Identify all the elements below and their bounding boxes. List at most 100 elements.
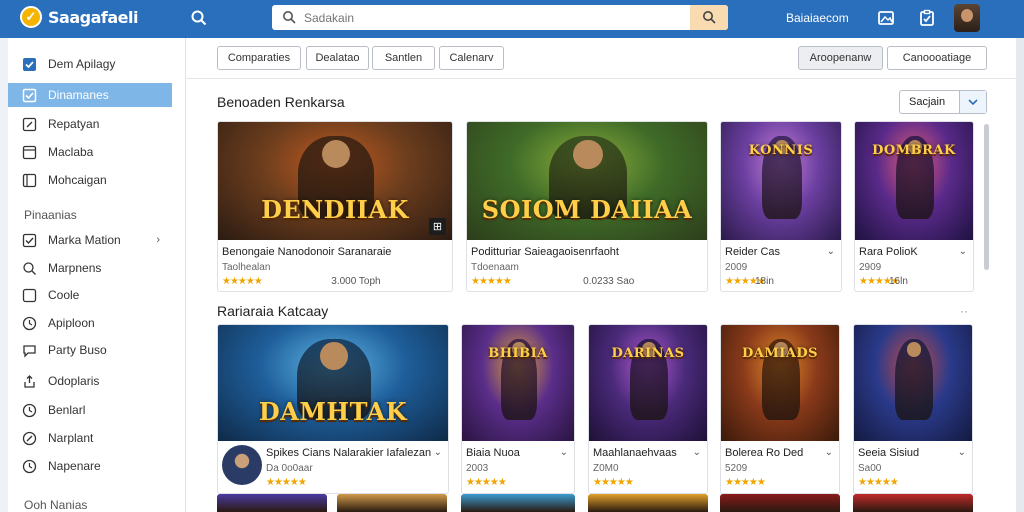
sidebar-item-benlarl[interactable]: Benlarl xyxy=(8,398,172,422)
filter-button[interactable]: Santlen xyxy=(372,46,435,70)
game-thumbnail[interactable] xyxy=(854,325,972,441)
star-rating: ★★★★★ xyxy=(593,477,634,488)
sidebar-item-repatyan[interactable]: Repatyan xyxy=(8,112,172,136)
game-thumbnail[interactable]: DAMIADS xyxy=(721,325,839,441)
game-name[interactable]: Maahlanaehvaas xyxy=(593,447,677,459)
filter-button[interactable]: Calenarv xyxy=(439,46,504,70)
game-meta: Tdoenaam xyxy=(471,262,519,273)
game-logo-text: DENDIIAK xyxy=(261,195,409,225)
sidebar-item-label: Napenare xyxy=(48,459,101,473)
filter-button[interactable]: Aroopenanw xyxy=(798,46,883,70)
game-name[interactable]: Reider Cas xyxy=(725,246,780,258)
game-thumbnail[interactable]: DOMBRAK xyxy=(855,122,973,240)
game-price: 3.000 Toph xyxy=(331,276,381,287)
filter-button[interactable]: Comparaties xyxy=(217,46,301,70)
game-logo-text: DARINAS xyxy=(611,345,685,361)
game-card[interactable]: DARINAS Maahlanaehvaas Z0M0 ★★★★★ ⌄ xyxy=(588,324,708,494)
game-card[interactable]: DOMBRAK Rara PolioK 2909 ★★★★★ 16ln ⌄ xyxy=(854,121,974,292)
game-price: 0.0233 Sao xyxy=(583,276,635,287)
chevron-down-icon[interactable]: ⌄ xyxy=(825,447,833,458)
game-card[interactable]: DAMHTAK Spikes Cians Nalarakier Iafalezan… xyxy=(217,324,449,494)
chevron-down-icon[interactable]: ⌄ xyxy=(827,246,835,257)
chevron-down-icon[interactable]: ⌄ xyxy=(958,447,966,458)
chevron-down-icon[interactable]: ⌄ xyxy=(959,246,967,257)
game-card[interactable]: KONNIS Reider Cas 2009 ★★★★★ 18in ⌄ xyxy=(720,121,842,292)
clock-icon xyxy=(22,459,37,473)
sidebar-item-label: Maclaba xyxy=(48,145,94,159)
game-thumbnail-peek[interactable] xyxy=(853,494,973,512)
sidebar-item-label: Odoplaris xyxy=(48,374,100,388)
sidebar-item-marpnens[interactable]: Marpnens xyxy=(8,256,172,280)
sidebar-item-maclaba[interactable]: Maclaba xyxy=(8,140,172,164)
filter-button[interactable]: Dealatao xyxy=(306,46,369,70)
sidebar-item-apiploon[interactable]: Apiploon xyxy=(8,311,172,335)
game-thumbnail[interactable]: BHIBIA xyxy=(462,325,574,441)
inner-scroll-thumb[interactable] xyxy=(984,124,989,270)
game-meta: Taolhealan xyxy=(222,262,271,273)
sidebar-item-label: Party Buso xyxy=(48,343,107,357)
game-card[interactable]: DAMIADS Bolerea Ro Ded 5209 ★★★★★ ⌄ xyxy=(720,324,840,494)
sidebar: Dem Apilagy Dinamanes Repatyan Maclaba M… xyxy=(8,38,186,512)
game-thumbnail-peek[interactable] xyxy=(588,494,708,512)
game-card[interactable]: SOIOM DAIIAA Poditturiar Saieagaoisenrfao… xyxy=(466,121,708,292)
game-name[interactable]: Bolerea Ro Ded xyxy=(725,447,803,459)
game-name[interactable]: Poditturiar Saieagaoisenrfaoht xyxy=(471,246,619,258)
sidebar-item-dinamanes[interactable]: Dinamanes xyxy=(8,83,172,107)
sidebar-item-mohcaigan[interactable]: Mohcaigan xyxy=(8,168,172,192)
game-thumbnail[interactable]: DARINAS xyxy=(589,325,707,441)
sidebar-item-marka-mation[interactable]: Marka Mation › xyxy=(8,228,172,252)
game-thumbnail[interactable]: DENDIIAK ⊞ xyxy=(218,122,452,240)
sidebar-item-dem-apilagy[interactable]: Dem Apilagy xyxy=(8,52,172,76)
game-name[interactable]: Rara PolioK xyxy=(859,246,918,258)
chevron-down-icon[interactable]: ⌄ xyxy=(693,447,701,458)
game-name[interactable]: Seeia Sisiud xyxy=(858,447,919,459)
game-thumbnail-peek[interactable] xyxy=(217,494,327,512)
check-square-icon xyxy=(22,88,37,102)
sidebar-item-odoplaris[interactable]: Odoplaris xyxy=(8,369,172,393)
header-link[interactable]: Baiaiaecom xyxy=(786,11,849,25)
game-card[interactable]: DENDIIAK ⊞ Benongaie Nanodonoir Saranaraie… xyxy=(217,121,453,292)
game-thumbnail[interactable]: DAMHTAK xyxy=(218,325,448,441)
game-thumbnail[interactable]: KONNIS xyxy=(721,122,841,240)
search-icon[interactable] xyxy=(190,9,208,27)
character-head xyxy=(321,139,351,168)
user-avatar[interactable] xyxy=(954,4,980,32)
search-button[interactable] xyxy=(690,5,728,30)
game-thumbnail-peek[interactable] xyxy=(720,494,840,512)
image-icon[interactable] xyxy=(877,9,895,27)
game-thumbnail-peek[interactable] xyxy=(461,494,575,512)
star-rating: ★★★★★ xyxy=(725,477,766,488)
sidebar-item-party-buso[interactable]: Party Buso xyxy=(8,338,172,362)
game-thumbnail[interactable]: SOIOM DAIIAA xyxy=(467,122,707,240)
sort-select[interactable]: Sacjain xyxy=(899,90,987,114)
game-logo-text: SOIOM DAIIAA xyxy=(481,195,693,225)
grid-icon[interactable]: ⊞ xyxy=(429,218,446,235)
game-name[interactable]: Biaia Nuoa xyxy=(466,447,520,459)
search-input[interactable] xyxy=(304,8,684,27)
game-name[interactable]: Spikes Cians Nalarakier Iafalezan xyxy=(266,447,431,459)
search-box[interactable] xyxy=(272,5,728,30)
chevron-down-icon[interactable]: ⌄ xyxy=(560,447,568,458)
sidebar-item-narplant[interactable]: Narplant xyxy=(8,426,172,450)
sidebar-item-coole[interactable]: Coole xyxy=(8,283,172,307)
sidebar-item-label: Repatyan xyxy=(48,117,100,131)
scrollbar[interactable] xyxy=(1016,38,1024,512)
game-meta: 5209 xyxy=(725,463,748,474)
clipboard-check-icon[interactable] xyxy=(918,9,936,27)
star-rating: ★★★★★ xyxy=(222,276,263,287)
game-meta: Da 0o0aar xyxy=(266,463,313,474)
more-options-icon[interactable]: ·· xyxy=(960,304,968,318)
chevron-right-icon: › xyxy=(156,234,160,246)
game-thumbnail-peek[interactable] xyxy=(337,494,447,512)
app-logo[interactable]: ✓ Saagafaeli xyxy=(20,6,138,28)
logo-text: Saagafaeli xyxy=(48,7,138,27)
sidebar-item-napenare[interactable]: Napenare xyxy=(8,454,172,478)
game-card[interactable]: BHIBIA Biaia Nuoa 2003 ★★★★★ ⌄ xyxy=(461,324,575,494)
chevron-down-icon[interactable]: ⌄ xyxy=(434,447,442,458)
game-card[interactable]: Seeia Sisiud Sa00 ★★★★★ ⌄ xyxy=(853,324,973,494)
game-price: 16ln xyxy=(889,276,908,287)
filter-button[interactable]: Canoooatiage xyxy=(887,46,987,70)
chat-icon xyxy=(23,344,36,358)
game-logo-text: DOMBRAK xyxy=(872,143,956,159)
game-name[interactable]: Benongaie Nanodonoir Saranaraie xyxy=(222,246,391,258)
